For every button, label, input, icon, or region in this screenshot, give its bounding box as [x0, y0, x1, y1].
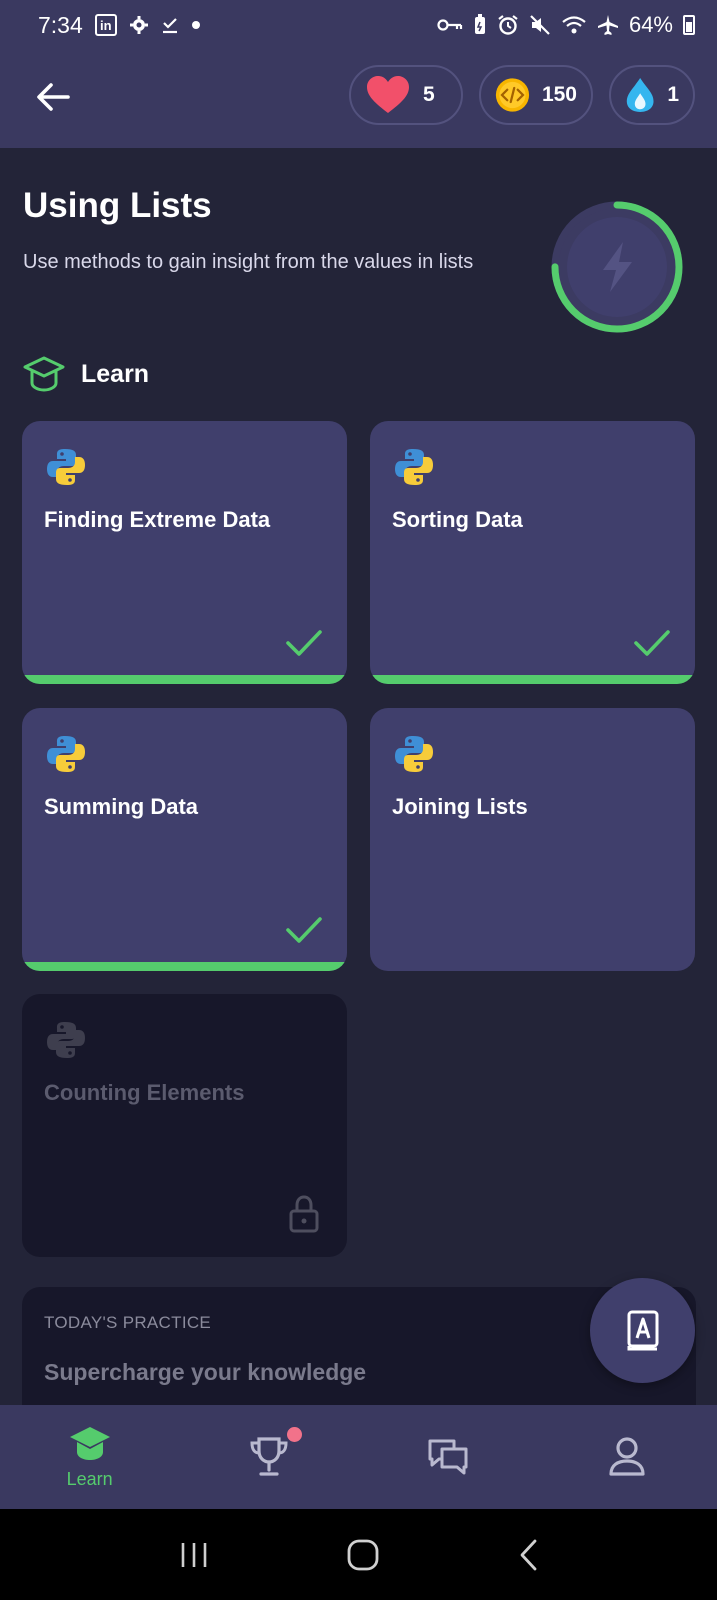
- hearts-counter[interactable]: 5: [349, 65, 463, 125]
- glossary-book-icon: [627, 1310, 658, 1350]
- airplane-icon: [597, 14, 619, 36]
- lesson-card-title: Counting Elements: [44, 1080, 245, 1105]
- battery-icon: [683, 15, 695, 35]
- completion-bar: [370, 675, 695, 684]
- lesson-progress-ring: [551, 201, 683, 333]
- checkmark-icon: [634, 630, 670, 656]
- practice-title: Supercharge your knowledge: [44, 1359, 367, 1385]
- status-time: 7:34: [38, 11, 83, 38]
- code-coin-icon: [495, 78, 530, 112]
- battery-saver-icon: [473, 14, 487, 36]
- page-title: Using Lists: [23, 186, 212, 225]
- lock-icon: [289, 1195, 319, 1233]
- nav-learn-label: Learn: [66, 1468, 113, 1489]
- lesson-card-counting-elements[interactable]: Counting Elements: [22, 994, 347, 1257]
- linkedin-icon: in: [94, 14, 117, 36]
- settings-gear-icon: [129, 15, 149, 35]
- trophy-icon: [250, 1437, 288, 1476]
- lesson-card-title: Joining Lists: [392, 794, 528, 819]
- notification-dot: [287, 1427, 303, 1442]
- profile-icon: [609, 1437, 645, 1476]
- python-logo-icon: [47, 1022, 85, 1058]
- checklist-icon: [161, 16, 179, 34]
- back-button[interactable]: [30, 74, 76, 120]
- section-label: Learn: [81, 359, 150, 388]
- chat-bubbles-icon: [428, 1439, 468, 1475]
- dot-icon: [191, 20, 201, 30]
- lesson-card-title: Finding Extreme Data: [44, 507, 271, 532]
- hearts-count: 5: [423, 83, 435, 106]
- wifi-icon: [561, 15, 587, 35]
- lesson-card-sorting-data[interactable]: Sorting Data: [370, 421, 695, 684]
- system-back-icon[interactable]: [517, 1538, 539, 1572]
- learn-section-header: Learn: [23, 355, 149, 393]
- nav-leaderboard[interactable]: [179, 1405, 358, 1509]
- mute-icon: [529, 14, 551, 36]
- streak-counter[interactable]: 1: [609, 65, 695, 125]
- nav-community[interactable]: [359, 1405, 538, 1509]
- graduation-cap-icon: [23, 356, 65, 392]
- python-logo-icon: [395, 736, 433, 772]
- system-navigation-bar: [0, 1509, 717, 1600]
- checkmark-icon: [286, 917, 322, 943]
- status-bar: 7:34 in 64%: [0, 0, 717, 50]
- top-app-bar: 5 150 1: [0, 50, 717, 148]
- arrow-left-icon: [37, 83, 70, 111]
- heart-icon: [367, 76, 409, 113]
- lesson-card-joining-lists[interactable]: Joining Lists: [370, 708, 695, 971]
- lesson-card-title: Sorting Data: [392, 507, 523, 532]
- nav-profile[interactable]: [538, 1405, 717, 1509]
- streak-count: 1: [667, 83, 679, 106]
- lesson-card-summing-data[interactable]: Summing Data: [22, 708, 347, 971]
- python-logo-icon: [395, 449, 433, 485]
- battery-percent: 64%: [628, 12, 673, 37]
- graduation-cap-icon: [69, 1426, 110, 1460]
- python-logo-icon: [47, 449, 85, 485]
- vpn-key-icon: [437, 17, 463, 33]
- glossary-button[interactable]: [590, 1278, 695, 1383]
- practice-label: TODAY'S PRACTICE: [44, 1313, 212, 1332]
- checkmark-icon: [286, 630, 322, 656]
- home-icon[interactable]: [346, 1538, 380, 1572]
- coins-count: 150: [541, 83, 577, 106]
- page-subtitle: Use methods to gain insight from the val…: [23, 251, 474, 273]
- completion-bar: [22, 675, 347, 684]
- nav-learn[interactable]: Learn: [0, 1405, 179, 1509]
- python-logo-icon: [47, 736, 85, 772]
- recent-apps-icon[interactable]: [178, 1541, 210, 1569]
- water-drop-icon: [626, 78, 654, 112]
- lesson-card-title: Summing Data: [44, 794, 199, 819]
- lesson-card-finding-extreme-data[interactable]: Finding Extreme Data: [22, 421, 347, 684]
- bottom-navigation: Learn: [0, 1405, 717, 1509]
- coins-counter[interactable]: 150: [479, 65, 593, 125]
- alarm-icon: [497, 14, 519, 36]
- completion-bar: [22, 962, 347, 971]
